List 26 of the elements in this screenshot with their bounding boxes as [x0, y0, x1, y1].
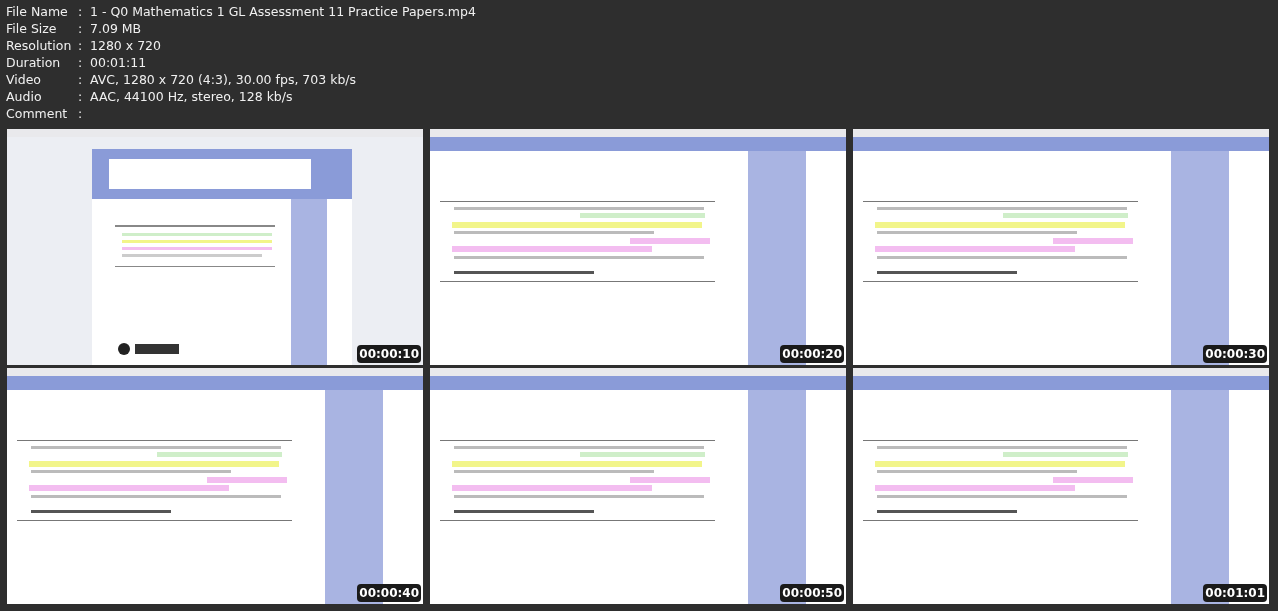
info-label: Resolution: [6, 37, 73, 54]
info-separator: :: [78, 3, 84, 20]
info-value: AAC, 44100 Hz, stereo, 128 kb/s: [90, 88, 293, 105]
timestamp: 00:00:20: [780, 345, 844, 363]
info-label: Audio: [6, 88, 43, 105]
info-label: File Name: [6, 3, 69, 20]
timestamp: 00:00:10: [357, 345, 421, 363]
timestamp: 00:00:50: [780, 584, 844, 602]
info-value: AVC, 1280 x 720 (4:3), 30.00 fps, 703 kb/s: [90, 71, 357, 88]
info-separator: :: [78, 88, 84, 105]
info-value: 7.09 MB: [90, 20, 142, 37]
info-separator: :: [78, 105, 84, 122]
timestamp: 00:01:01: [1203, 584, 1267, 602]
timestamp: 00:00:40: [357, 584, 421, 602]
info-separator: :: [78, 37, 84, 54]
info-separator: :: [78, 20, 84, 37]
info-value: 1 - Q0 Mathematics 1 GL Assessment 11 Practice Papers.mp4: [90, 3, 476, 20]
info-label: Video: [6, 71, 43, 88]
info-label: Duration: [6, 54, 62, 71]
info-separator: :: [78, 71, 84, 88]
timestamp: 00:00:30: [1203, 345, 1267, 363]
info-value: 00:01:11: [90, 54, 147, 71]
info-label: File Size: [6, 20, 58, 37]
info-label: Comment: [6, 105, 69, 122]
info-separator: :: [78, 54, 84, 71]
info-value: 1280 x 720: [90, 37, 161, 54]
